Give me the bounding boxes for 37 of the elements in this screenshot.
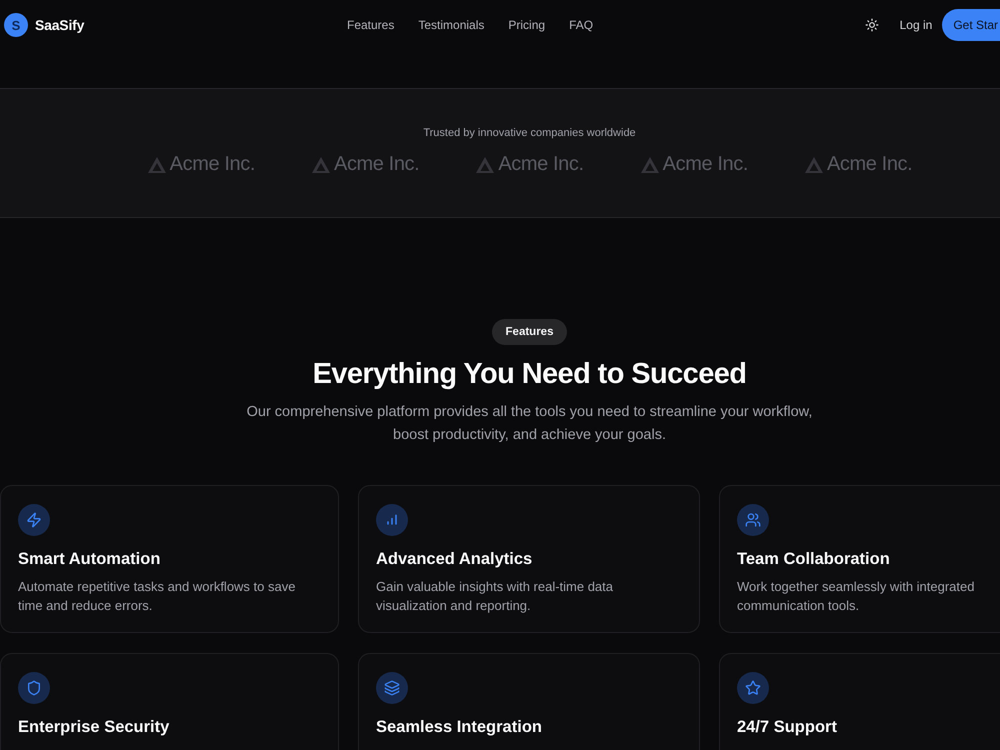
logo-mark: S bbox=[4, 13, 28, 37]
triangle-logo-icon bbox=[146, 156, 167, 174]
nav-link[interactable]: FAQ bbox=[569, 18, 594, 32]
lightning-icon bbox=[18, 504, 50, 536]
section-badge: Features bbox=[492, 319, 568, 345]
get-started-button[interactable]: Get Star bbox=[942, 9, 1000, 41]
company-logo-text: Acme Inc. bbox=[662, 153, 748, 176]
feature-title: Enterprise Security bbox=[18, 717, 170, 738]
feature-title: Smart Automation bbox=[18, 549, 160, 570]
triangle-logo-icon bbox=[640, 156, 660, 174]
triangle-logo-icon bbox=[311, 156, 331, 174]
section-subtitle: Our comprehensive platform provides all the tools you need to streamline your workflow, boost productivity, and achieve your goals. bbox=[246, 403, 814, 445]
layers-icon bbox=[376, 672, 408, 704]
feature-title: Team Collaboration bbox=[737, 549, 890, 570]
feature-title: Seamless Integration bbox=[376, 717, 542, 738]
nav-link[interactable]: Features bbox=[347, 18, 394, 32]
trusted-caption: Trusted by innovative companies worldwide bbox=[423, 127, 636, 139]
login-link[interactable]: Log in bbox=[900, 18, 932, 32]
company-logo-text: Acme Inc. bbox=[826, 153, 912, 176]
feature-description: Work together seamlessly with integrated communication tools. bbox=[737, 578, 976, 615]
triangle-logo-icon bbox=[804, 156, 824, 174]
bar-chart-icon bbox=[376, 504, 408, 536]
nav-link[interactable]: Testimonials bbox=[418, 18, 484, 32]
feature-title: 24/7 Support bbox=[737, 717, 837, 738]
shield-icon bbox=[18, 672, 50, 704]
feature-description: Automate repetitive tasks and workflows to save time and reduce errors. bbox=[18, 578, 296, 615]
nav-link[interactable]: Pricing bbox=[508, 18, 546, 32]
company-logo-text: Acme Inc. bbox=[170, 153, 255, 176]
users-icon bbox=[737, 504, 769, 536]
feature-title: Advanced Analytics bbox=[376, 549, 532, 570]
feature-description: Gain valuable insights with real-time data visualization and reporting. bbox=[376, 578, 614, 615]
section-heading: Everything You Need to Succeed bbox=[312, 357, 746, 392]
triangle-logo-icon bbox=[475, 156, 496, 174]
brand-name[interactable]: SaaSify bbox=[35, 17, 84, 33]
sun-icon[interactable] bbox=[864, 18, 879, 32]
company-logo-text: Acme Inc. bbox=[498, 153, 584, 176]
company-logo-text: Acme Inc. bbox=[334, 153, 420, 176]
